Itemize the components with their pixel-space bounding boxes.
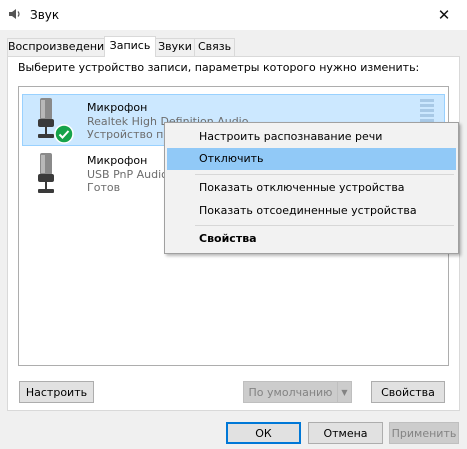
menu-item-show-disabled[interactable]: Показать отключенные устройства <box>167 177 456 199</box>
menu-separator <box>195 225 454 226</box>
set-default-split-button: По умолчанию ▼ <box>243 381 352 403</box>
microphone-icon <box>33 152 59 198</box>
apply-button: Применить <box>389 422 459 444</box>
tab-communications[interactable]: Связь <box>194 38 235 56</box>
menu-item-disable[interactable]: Отключить <box>167 148 456 170</box>
device-driver: USB PnP Audio <box>87 168 168 181</box>
title-bar <box>0 0 467 30</box>
tab-sounds[interactable]: Звуки <box>155 38 195 56</box>
instruction-text: Выберите устройство записи, параметры ко… <box>18 61 420 74</box>
device-name: Микрофон <box>87 154 148 167</box>
device-status: Устройство по <box>87 128 171 141</box>
close-icon: ✕ <box>437 6 451 24</box>
configure-button[interactable]: Настроить <box>19 381 94 403</box>
device-status: Готов <box>87 181 121 194</box>
close-button[interactable]: ✕ <box>421 0 467 30</box>
tab-recording[interactable]: Запись <box>104 36 156 57</box>
window-title: Звук <box>30 8 60 22</box>
context-menu: Настроить распознавание речи Отключить П… <box>164 122 459 254</box>
cancel-button[interactable]: Отмена <box>308 422 383 444</box>
menu-separator <box>195 174 454 175</box>
ok-button[interactable]: ОК <box>226 422 301 444</box>
device-name: Микрофон <box>87 101 148 114</box>
speaker-icon <box>8 7 22 21</box>
default-device-check-icon <box>54 124 74 144</box>
tab-playback[interactable]: Воспроизведение <box>7 38 111 56</box>
menu-item-configure-speech[interactable]: Настроить распознавание речи <box>167 126 456 148</box>
properties-button[interactable]: Свойства <box>371 381 445 403</box>
menu-item-show-disconnected[interactable]: Показать отсоединенные устройства <box>167 200 456 222</box>
menu-item-properties[interactable]: Свойства <box>167 228 456 250</box>
set-default-label: По умолчанию <box>248 385 333 399</box>
chevron-down-icon: ▼ <box>337 382 351 402</box>
